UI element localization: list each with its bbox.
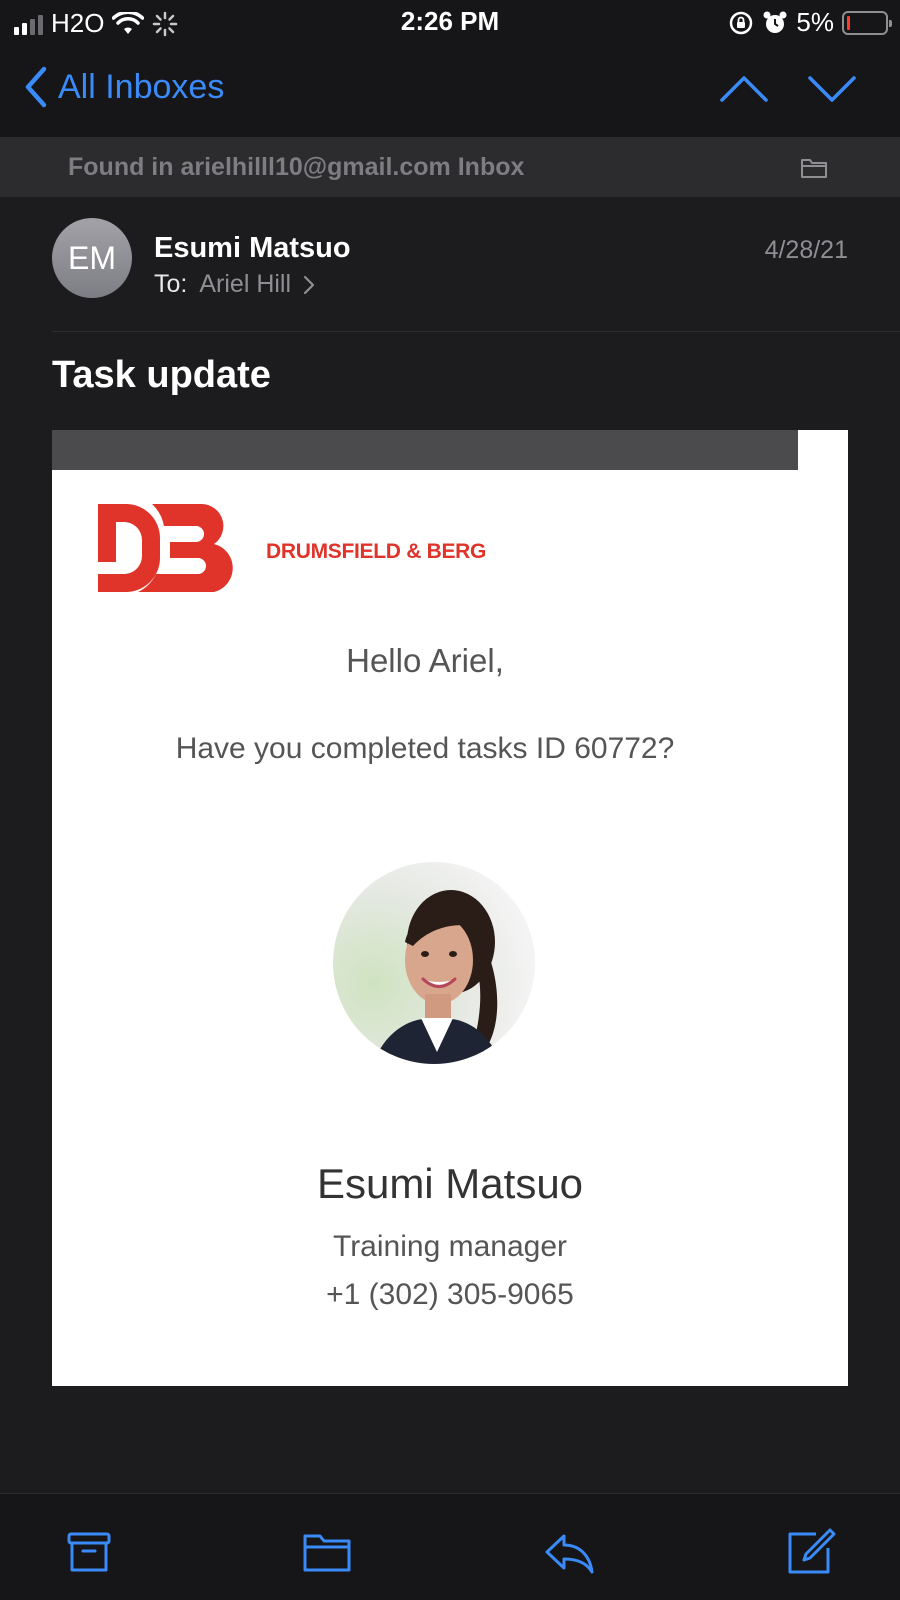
email-question: Have you completed tasks ID 60772? xyxy=(175,732,675,765)
mail-screen: H2O 2:26 PM 5% All Inboxes Found in arie… xyxy=(0,0,900,1600)
back-button-label: All Inboxes xyxy=(58,67,225,106)
folder-icon[interactable] xyxy=(800,156,828,180)
sender-name[interactable]: Esumi Matsuo xyxy=(154,232,351,265)
found-in-text: Found in arielhilll10@gmail.com Inbox xyxy=(68,153,525,181)
recipient-row[interactable]: To: Ariel Hill xyxy=(154,270,315,299)
signature-title: Training manager xyxy=(332,1230,567,1263)
message-date: 4/28/21 xyxy=(764,236,848,264)
chevron-up-icon[interactable] xyxy=(718,68,770,108)
bottom-toolbar xyxy=(0,1493,900,1600)
chevron-right-icon xyxy=(303,275,315,294)
email-greeting: Hello Ariel, xyxy=(346,642,504,679)
signature-name: Esumi Matsuo xyxy=(316,1160,584,1207)
email-top-bar xyxy=(52,430,798,470)
navigation-bar: All Inboxes xyxy=(0,44,900,138)
chevron-left-icon xyxy=(25,66,47,108)
recipient-name: Ariel Hill xyxy=(199,270,292,298)
alarm-icon xyxy=(763,11,787,33)
brand-name: DRUMSFIELD & BERG xyxy=(266,540,487,563)
email-body: DRUMSFIELD & BERG Hello Ariel, Have you … xyxy=(52,430,848,1386)
archive-icon[interactable] xyxy=(64,1528,114,1576)
signature-phone[interactable]: +1 (302) 305-9065 xyxy=(52,1278,848,1312)
back-button[interactable]: All Inboxes xyxy=(24,66,224,108)
battery-percent: 5% xyxy=(796,7,834,37)
avatar: EM xyxy=(52,218,132,298)
found-in-banner: Found in arielhilll10@gmail.com Inbox xyxy=(0,138,900,198)
orientation-lock-icon xyxy=(730,11,753,34)
battery-level xyxy=(847,15,850,30)
header-divider xyxy=(52,331,900,332)
to-label: To: xyxy=(154,270,188,298)
reply-icon[interactable] xyxy=(544,1528,594,1576)
status-bar: H2O 2:26 PM 5% xyxy=(0,0,900,44)
battery-icon xyxy=(842,10,892,35)
sender-photo xyxy=(333,862,535,1064)
message-subject: Task update xyxy=(52,354,271,396)
brand-logo xyxy=(98,504,233,592)
chevron-down-icon[interactable] xyxy=(806,68,858,108)
compose-icon[interactable] xyxy=(786,1528,836,1576)
folder-move-icon[interactable] xyxy=(302,1528,352,1576)
